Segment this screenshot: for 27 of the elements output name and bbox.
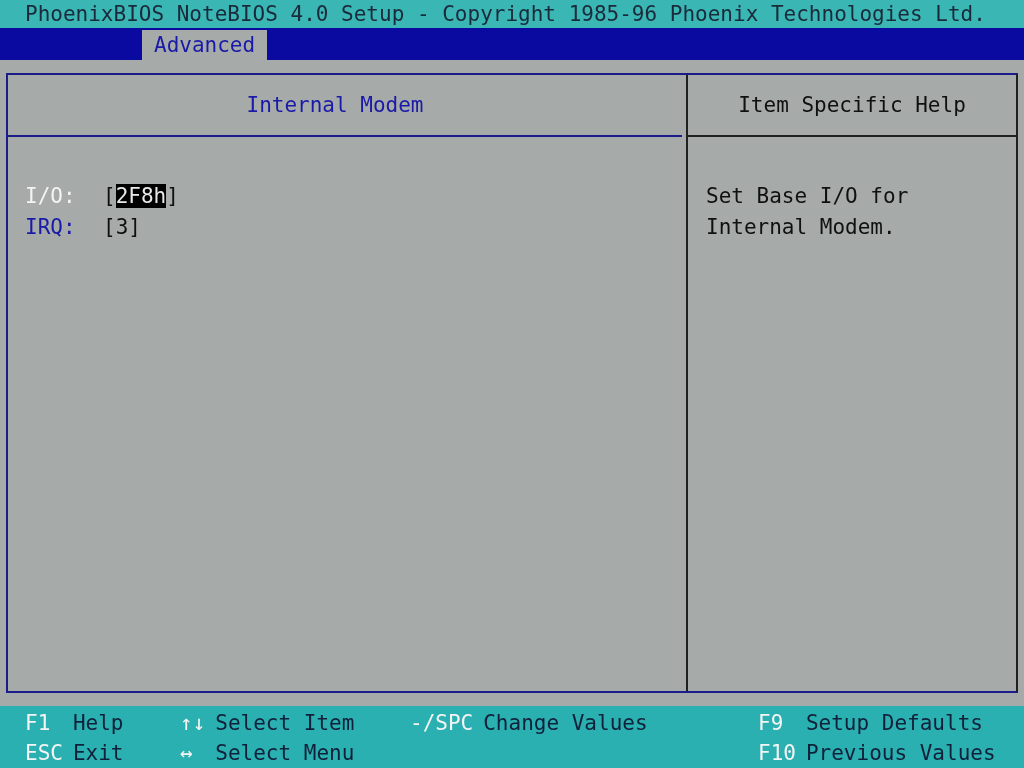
menu-tab[interactable]: Advanced (142, 29, 268, 60)
bracket-text: [ (103, 184, 116, 209)
setting-value[interactable]: 3 (115, 215, 129, 240)
key-label: F1 (25, 711, 52, 735)
setting-value[interactable]: 2F8h (115, 184, 167, 209)
key-label: ↔ (180, 741, 194, 765)
title-bar-text: PhoenixBIOS NoteBIOS 4.0 Setup - Copyright 1985-96 Phoenix Technologies Ltd. (25, 1, 986, 26)
setting-label: IRQ: (25, 215, 77, 240)
key-label: ↑↓ (180, 711, 206, 735)
key-action: Select Menu (215, 741, 356, 765)
bracket-text: [ (103, 215, 116, 240)
bracket-text: ] (128, 215, 141, 240)
key-label: F9 (758, 711, 785, 735)
help-text: Set Base I/O for Internal Modem. (705, 182, 910, 241)
panel-title: Internal Modem (246, 92, 424, 117)
key-action: Exit (72, 741, 125, 765)
key-action: Change Values (483, 711, 649, 735)
key-action: Select Item (215, 711, 356, 735)
key-label: ESC (25, 741, 63, 765)
key-label: F10 (758, 741, 796, 765)
help-title: Item Specific Help (738, 92, 966, 117)
key-action: Setup Defaults (805, 711, 984, 735)
key-action: Previous Values (805, 741, 996, 765)
bracket-text: ] (166, 184, 179, 209)
key-action: Help (72, 711, 125, 735)
key-label: -/SPC (410, 711, 474, 735)
setting-label: I/O: (25, 184, 77, 209)
